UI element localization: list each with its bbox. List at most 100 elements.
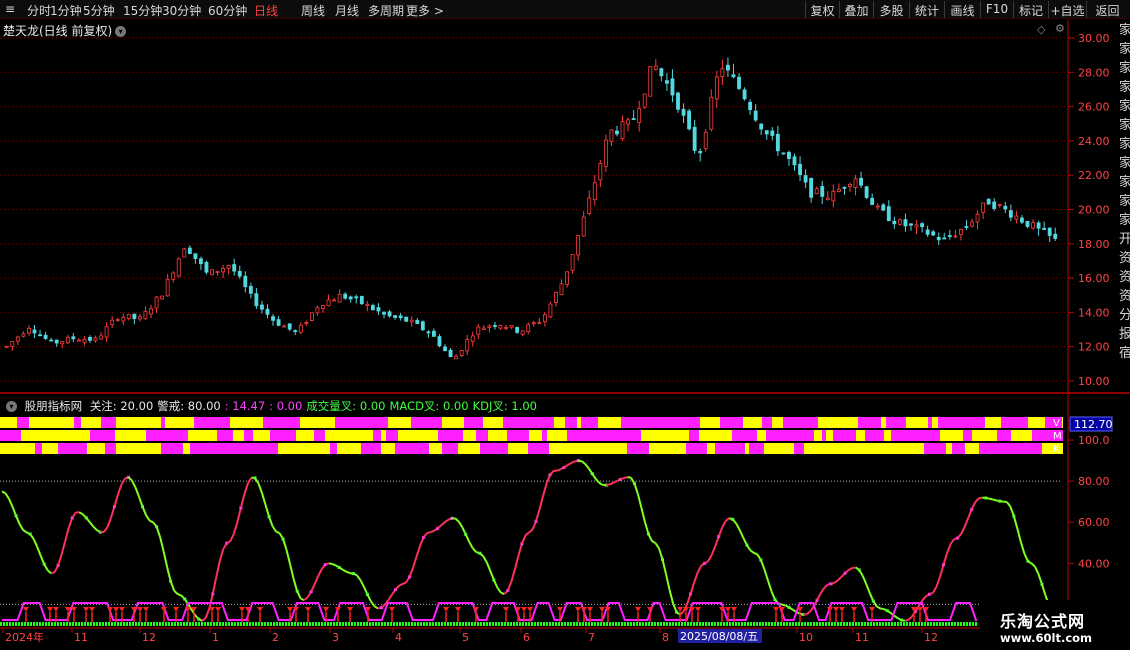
candle-body bbox=[215, 271, 220, 273]
oscillator-segment bbox=[542, 483, 548, 497]
candle-body bbox=[437, 336, 442, 347]
baseline-tick bbox=[105, 622, 107, 626]
candle-body bbox=[343, 293, 348, 299]
candle-body bbox=[376, 307, 381, 312]
stripe-segment bbox=[116, 443, 141, 454]
candle-body bbox=[986, 198, 991, 205]
oscillator-segment bbox=[159, 536, 165, 552]
stripe-segment bbox=[635, 417, 659, 428]
baseline-tick bbox=[555, 622, 557, 626]
oscillator-segment bbox=[492, 579, 499, 589]
candle-body bbox=[71, 336, 76, 340]
chart-canvas[interactable]: 30.00 28.00 26.00 24.00 22.00 20.00 18.00 16.00… bbox=[0, 0, 1130, 650]
oscillator-segment bbox=[753, 551, 758, 556]
stripe-segment bbox=[508, 443, 528, 454]
baseline-tick bbox=[321, 622, 323, 626]
baseline-tick bbox=[183, 622, 185, 626]
stripe-segment bbox=[659, 430, 678, 441]
baseline-tick bbox=[447, 622, 449, 626]
stripe-segment bbox=[458, 443, 480, 454]
baseline-tick bbox=[528, 622, 530, 626]
baseline-tick bbox=[606, 622, 608, 626]
baseline-tick bbox=[228, 622, 230, 626]
stripe-segment bbox=[33, 417, 49, 428]
candle-body bbox=[997, 204, 1002, 207]
baseline-tick bbox=[594, 622, 596, 626]
candle-body bbox=[853, 178, 858, 188]
baseline-tick bbox=[762, 622, 764, 626]
candle-body bbox=[748, 101, 753, 111]
stripe-segment bbox=[253, 430, 270, 441]
baseline-tick bbox=[42, 622, 44, 626]
baseline-tick bbox=[624, 622, 626, 626]
oscillator-segment bbox=[837, 575, 843, 581]
baseline-tick bbox=[846, 622, 848, 626]
stripe-segment bbox=[165, 417, 169, 428]
candle-body bbox=[814, 188, 819, 195]
baseline-tick bbox=[309, 622, 311, 626]
baseline-tick bbox=[450, 622, 452, 626]
baseline-tick bbox=[237, 622, 239, 626]
indicator-tick-label: 100.0 bbox=[1078, 434, 1110, 447]
baseline-tick bbox=[732, 622, 734, 626]
candle-body bbox=[481, 327, 486, 330]
oscillator-segment bbox=[651, 540, 656, 544]
baseline-tick bbox=[558, 622, 560, 626]
oscillator-segment bbox=[243, 483, 249, 495]
oscillator-segment bbox=[338, 566, 344, 571]
baseline-tick bbox=[477, 622, 479, 626]
oscillator-segment bbox=[313, 575, 320, 585]
oscillator-segment bbox=[32, 538, 39, 548]
indicator-tick-label: 80.00 bbox=[1078, 475, 1110, 488]
baseline-tick bbox=[135, 622, 137, 626]
time-label: 2024年 bbox=[5, 630, 44, 644]
candle-body bbox=[182, 248, 187, 258]
candle-body bbox=[831, 190, 836, 202]
candle-body bbox=[426, 331, 431, 334]
baseline-tick bbox=[921, 622, 923, 626]
stripe-segment bbox=[29, 417, 33, 428]
stripe-segment bbox=[814, 430, 822, 441]
oscillator-segment bbox=[725, 517, 730, 522]
candle-body bbox=[520, 330, 525, 335]
candle-body bbox=[4, 345, 9, 348]
baseline-tick bbox=[693, 622, 695, 626]
candle-body bbox=[792, 156, 797, 166]
signal-arrow bbox=[107, 607, 113, 612]
oscillator-segment bbox=[415, 545, 422, 557]
baseline-tick bbox=[171, 622, 173, 626]
baseline-tick bbox=[369, 622, 371, 626]
candle-body bbox=[165, 278, 170, 297]
baseline-tick bbox=[501, 622, 503, 626]
oscillator-segment bbox=[472, 547, 478, 553]
side-char: 家 bbox=[1119, 136, 1130, 152]
baseline-tick bbox=[336, 622, 338, 626]
candle-body bbox=[10, 341, 15, 348]
oscillator-segment bbox=[285, 549, 292, 565]
oscillator-segment bbox=[809, 606, 815, 613]
baseline-tick bbox=[165, 622, 167, 626]
stripe-segment bbox=[195, 430, 202, 441]
stripe-segment bbox=[979, 443, 993, 454]
baseline-tick bbox=[0, 622, 2, 626]
oscillator-segment bbox=[331, 563, 337, 567]
oscillator-segment bbox=[612, 480, 618, 484]
baseline-tick bbox=[459, 622, 461, 626]
oscillator-segment bbox=[788, 606, 794, 611]
oscillator-segment bbox=[921, 595, 927, 601]
baseline-tick bbox=[858, 622, 860, 626]
oscillator-segment bbox=[633, 483, 639, 495]
oscillator-segment bbox=[978, 496, 983, 500]
stripe-segment bbox=[190, 443, 207, 454]
baseline-tick bbox=[681, 622, 683, 626]
oscillator-segment bbox=[145, 514, 151, 522]
candle-body bbox=[737, 76, 741, 89]
oscillator-segment bbox=[22, 529, 28, 534]
candle-body bbox=[920, 223, 925, 228]
baseline-tick bbox=[918, 622, 920, 626]
baseline-tick bbox=[72, 622, 74, 626]
candle-body bbox=[992, 201, 997, 209]
baseline-tick bbox=[765, 622, 767, 626]
baseline-tick bbox=[375, 622, 377, 626]
stripe-segment bbox=[8, 443, 14, 454]
